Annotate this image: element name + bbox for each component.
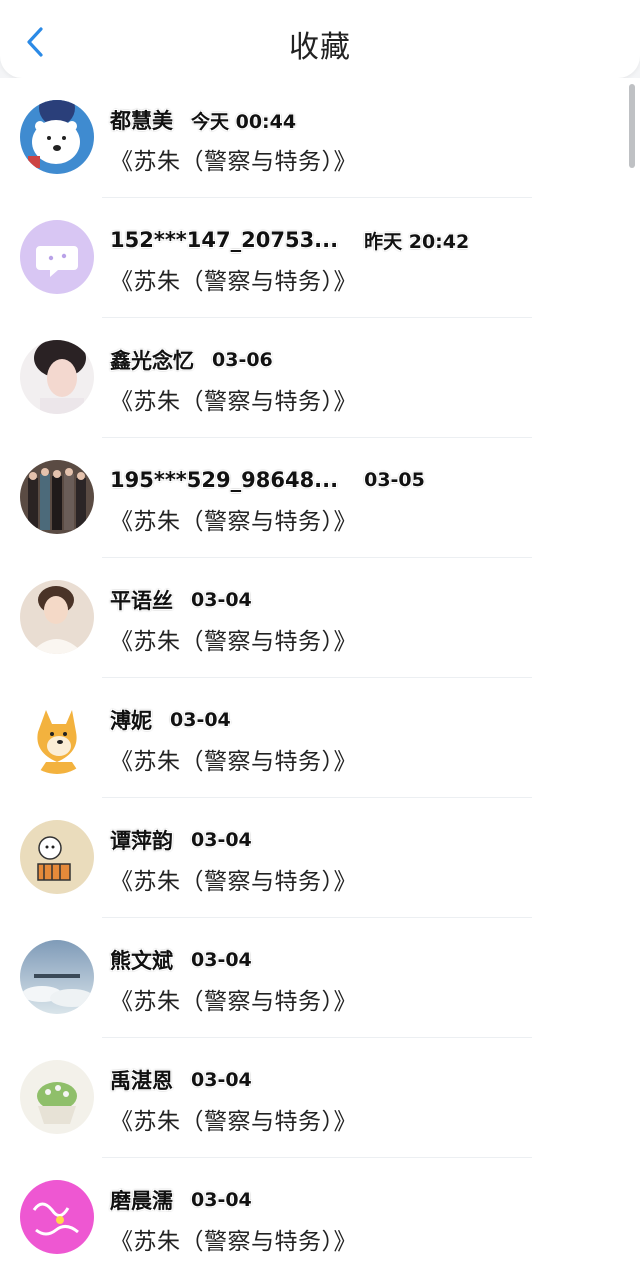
list-item[interactable]: 平语丝 03-04 《苏朱（警察与特务）》 bbox=[0, 558, 640, 678]
user-name: 溥妮 bbox=[110, 709, 152, 733]
favorite-title: 《苏朱（警察与特务）》 bbox=[110, 269, 357, 295]
name-row: 平语丝 03-04 bbox=[110, 586, 252, 614]
list-item[interactable]: 溥妮 03-04 《苏朱（警察与特务）》 bbox=[0, 678, 640, 798]
user-name: 熊文斌 bbox=[110, 949, 173, 973]
scrollbar[interactable] bbox=[629, 84, 635, 168]
avatar bbox=[20, 1060, 94, 1134]
favorite-title: 《苏朱（警察与特务）》 bbox=[110, 1109, 357, 1135]
user-name: 平语丝 bbox=[110, 589, 173, 613]
name-row: 谭萍韵 03-04 bbox=[110, 826, 252, 854]
list-item[interactable]: 152***147_20753... 昨天 20:42 《苏朱（警察与特务）》 bbox=[0, 198, 640, 318]
list-item[interactable]: 磨晨濡 03-04 《苏朱（警察与特务）》 bbox=[0, 1158, 640, 1277]
favorite-title: 《苏朱（警察与特务）》 bbox=[110, 629, 357, 655]
list-item[interactable]: 都慧美 今天 00:44 《苏朱（警察与特务）》 bbox=[0, 78, 640, 198]
name-row: 都慧美 今天 00:44 bbox=[110, 106, 296, 134]
favorite-title: 《苏朱（警察与特务）》 bbox=[110, 869, 357, 895]
avatar bbox=[20, 940, 94, 1014]
favorite-title: 《苏朱（警察与特务）》 bbox=[110, 149, 357, 175]
list-item[interactable]: 禹湛恩 03-04 《苏朱（警察与特务）》 bbox=[0, 1038, 640, 1158]
timestamp: 03-04 bbox=[191, 1069, 252, 1091]
timestamp: 03-06 bbox=[212, 349, 273, 371]
timestamp: 03-04 bbox=[191, 1189, 252, 1211]
name-row: 溥妮 03-04 bbox=[110, 706, 231, 734]
name-row: 195***529_98648... 03-05 bbox=[110, 466, 425, 494]
avatar bbox=[20, 580, 94, 654]
avatar bbox=[20, 100, 94, 174]
name-row: 152***147_20753... 昨天 20:42 bbox=[110, 226, 469, 254]
favorite-title: 《苏朱（警察与特务）》 bbox=[110, 749, 357, 775]
user-name: 152***147_20753... bbox=[110, 228, 339, 252]
user-name: 谭萍韵 bbox=[110, 829, 173, 853]
avatar bbox=[20, 700, 94, 774]
name-row: 熊文斌 03-04 bbox=[110, 946, 252, 974]
top-bar: 收藏 bbox=[0, 0, 640, 78]
user-name: 鑫光念忆 bbox=[110, 349, 194, 373]
user-name: 磨晨濡 bbox=[110, 1189, 173, 1213]
timestamp: 03-04 bbox=[170, 709, 231, 731]
name-row: 禹湛恩 03-04 bbox=[110, 1066, 252, 1094]
list-item[interactable]: 195***529_98648... 03-05 《苏朱（警察与特务）》 bbox=[0, 438, 640, 558]
avatar bbox=[20, 220, 94, 294]
timestamp: 03-05 bbox=[364, 469, 425, 491]
timestamp: 03-04 bbox=[191, 829, 252, 851]
page-title: 收藏 bbox=[289, 30, 351, 65]
avatar bbox=[20, 460, 94, 534]
favorite-title: 《苏朱（警察与特务）》 bbox=[110, 389, 357, 415]
favorite-title: 《苏朱（警察与特务）》 bbox=[110, 989, 357, 1015]
user-name: 禹湛恩 bbox=[110, 1069, 173, 1093]
avatar bbox=[20, 340, 94, 414]
timestamp: 昨天 20:42 bbox=[364, 230, 470, 253]
name-row: 磨晨濡 03-04 bbox=[110, 1186, 252, 1214]
favorite-title: 《苏朱（警察与特务）》 bbox=[110, 509, 357, 535]
user-name: 都慧美 bbox=[110, 109, 173, 133]
timestamp: 03-04 bbox=[191, 589, 252, 611]
timestamp: 今天 00:44 bbox=[191, 110, 297, 133]
avatar bbox=[20, 820, 94, 894]
user-name: 195***529_98648... bbox=[110, 468, 339, 492]
list-item[interactable]: 熊文斌 03-04 《苏朱（警察与特务）》 bbox=[0, 918, 640, 1038]
list-item[interactable]: 谭萍韵 03-04 《苏朱（警察与特务）》 bbox=[0, 798, 640, 918]
favorites-list[interactable]: 都慧美 今天 00:44 《苏朱（警察与特务）》 152***147_20753… bbox=[0, 78, 640, 1277]
favorite-title: 《苏朱（警察与特务）》 bbox=[110, 1229, 357, 1255]
list-item[interactable]: 鑫光念忆 03-06 《苏朱（警察与特务）》 bbox=[0, 318, 640, 438]
avatar bbox=[20, 1180, 94, 1254]
name-row: 鑫光念忆 03-06 bbox=[110, 346, 273, 374]
timestamp: 03-04 bbox=[191, 949, 252, 971]
